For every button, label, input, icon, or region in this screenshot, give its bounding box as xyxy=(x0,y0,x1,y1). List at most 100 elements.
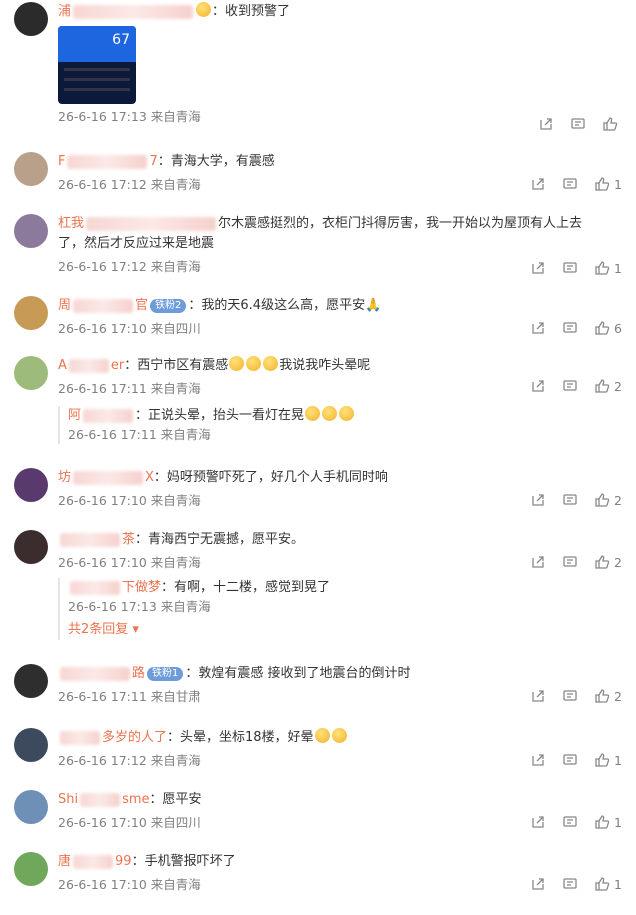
like-icon xyxy=(595,877,610,891)
like-button[interactable]: 2 xyxy=(594,688,622,704)
username[interactable]: F7 xyxy=(58,154,158,169)
reply-text: ：正说头晕，抬头一看灯在晃 xyxy=(135,408,305,423)
comment-text: ：西宁市区有震感 xyxy=(124,358,229,373)
share-button[interactable] xyxy=(530,688,546,704)
avatar[interactable] xyxy=(14,468,48,502)
avatar[interactable] xyxy=(14,790,48,824)
like-button[interactable] xyxy=(602,116,622,132)
avatar[interactable] xyxy=(14,2,48,36)
share-icon xyxy=(532,494,544,506)
share-button[interactable] xyxy=(530,752,546,768)
comment-button[interactable] xyxy=(562,176,578,192)
like-button[interactable]: 2 xyxy=(594,492,622,508)
like-button[interactable]: 6 xyxy=(594,320,622,336)
emoji-icon xyxy=(322,406,338,421)
avatar[interactable] xyxy=(14,356,48,390)
share-button[interactable] xyxy=(530,176,546,192)
comment-button[interactable] xyxy=(562,876,578,892)
comment-image[interactable]: 67 xyxy=(58,26,136,104)
comment-text: ：收到预警了 xyxy=(212,4,291,19)
comment-icon xyxy=(563,178,577,189)
avatar[interactable] xyxy=(14,214,48,248)
like-button[interactable]: 2 xyxy=(594,378,622,394)
reply-meta: 26-6-16 17:11 来自青海 xyxy=(68,427,211,442)
share-button[interactable] xyxy=(530,492,546,508)
like-button[interactable]: 1 xyxy=(594,260,622,276)
username[interactable]: 坊X xyxy=(58,470,154,485)
username[interactable]: 杠我 xyxy=(58,216,218,231)
like-icon xyxy=(595,177,610,191)
username[interactable]: Shi sme xyxy=(58,792,150,807)
share-button[interactable] xyxy=(530,378,546,394)
reply-username[interactable]: 阿 xyxy=(68,408,135,423)
avatar[interactable] xyxy=(14,852,48,886)
emoji-icon xyxy=(196,2,212,17)
comment-icon xyxy=(571,118,585,129)
share-icon xyxy=(532,262,544,274)
username[interactable]: Aer xyxy=(58,358,124,373)
comment-button[interactable] xyxy=(562,492,578,508)
comment-text: ：青海大学，有震感 xyxy=(157,154,275,169)
share-button[interactable] xyxy=(530,320,546,336)
share-button[interactable] xyxy=(530,876,546,892)
reply-block: 阿：正说头晕，抬头一看灯在晃 26-6-16 17:11 来自青海 xyxy=(58,406,612,444)
comment-button[interactable] xyxy=(562,260,578,276)
comment-item: 多岁的人了：头晕，坐标18楼，好晕 26-6-16 17:12 来自青海 1 xyxy=(0,716,636,778)
comment-button[interactable] xyxy=(562,814,578,830)
like-icon xyxy=(595,753,610,767)
comment-button[interactable] xyxy=(562,320,578,336)
share-button[interactable] xyxy=(530,814,546,830)
more-replies-link[interactable]: 共2条回复 ▾ xyxy=(68,622,139,637)
like-button[interactable]: 1 xyxy=(594,814,622,830)
comment-icon xyxy=(563,556,577,567)
like-icon xyxy=(595,261,610,275)
username[interactable]: 浦 xyxy=(58,4,195,19)
avatar[interactable] xyxy=(14,728,48,762)
username[interactable]: 唐 99 xyxy=(58,854,132,869)
comment-item: 浦：收到预警了 67 26-6-16 17:13 来自青海 xyxy=(0,0,636,140)
comment-icon xyxy=(563,262,577,273)
like-button[interactable]: 1 xyxy=(594,876,622,892)
comment-button[interactable] xyxy=(562,554,578,570)
username[interactable]: 路 xyxy=(58,666,145,681)
comment-button[interactable] xyxy=(562,752,578,768)
comment-text: ：手机警报吓坏了 xyxy=(131,854,236,869)
share-icon xyxy=(532,322,544,334)
comment-item: Shi sme：愿平安 26-6-16 17:10 来自四川 1 xyxy=(0,778,636,840)
avatar[interactable] xyxy=(14,152,48,186)
share-icon xyxy=(540,118,552,130)
share-icon xyxy=(532,178,544,190)
username[interactable]: 茶 xyxy=(58,532,135,547)
share-button[interactable] xyxy=(530,554,546,570)
share-button[interactable] xyxy=(538,116,554,132)
like-button[interactable]: 1 xyxy=(594,176,622,192)
like-button[interactable]: 2 xyxy=(594,554,622,570)
reply-username[interactable]: 下做梦 xyxy=(68,580,161,595)
username[interactable]: 周官 xyxy=(58,298,148,313)
comment-item: F 7：青海大学，有震感 26-6-16 17:12 来自青海 1 xyxy=(0,140,636,200)
like-button[interactable]: 1 xyxy=(594,752,622,768)
avatar[interactable] xyxy=(14,664,48,698)
like-icon xyxy=(595,493,610,507)
comment-item: 杠我 尔木震感挺烈的，衣柜门抖得厉害，我一开始以为屋顶有人上去 了，然后才反应过来… xyxy=(0,200,636,284)
comment-button[interactable] xyxy=(570,116,586,132)
comment-item: Aer：西宁市区有震感 我说我咋头晕呢 26-6-16 17:11 来自青海 2 … xyxy=(0,346,636,456)
comment-item: 茶：青海西宁无震撼，愿平安。 26-6-16 17:10 来自青海 2 下做梦：… xyxy=(0,518,636,654)
username[interactable]: 多岁的人了 xyxy=(58,730,167,745)
comment-button[interactable] xyxy=(562,378,578,394)
comment-icon xyxy=(563,322,577,333)
comment-button[interactable] xyxy=(562,688,578,704)
comment-text-after: 我说我咋头晕呢 xyxy=(279,358,371,373)
comment-icon xyxy=(563,380,577,391)
image-number: 67 xyxy=(112,32,130,48)
share-button[interactable] xyxy=(530,260,546,276)
fan-badge: 铁粉1 xyxy=(147,666,184,681)
like-icon xyxy=(595,689,610,703)
share-icon xyxy=(532,380,544,392)
avatar[interactable] xyxy=(14,296,48,330)
like-icon xyxy=(595,379,610,393)
comment-icon xyxy=(563,816,577,827)
avatar[interactable] xyxy=(14,530,48,564)
like-icon xyxy=(595,555,610,569)
comment-icon xyxy=(563,754,577,765)
